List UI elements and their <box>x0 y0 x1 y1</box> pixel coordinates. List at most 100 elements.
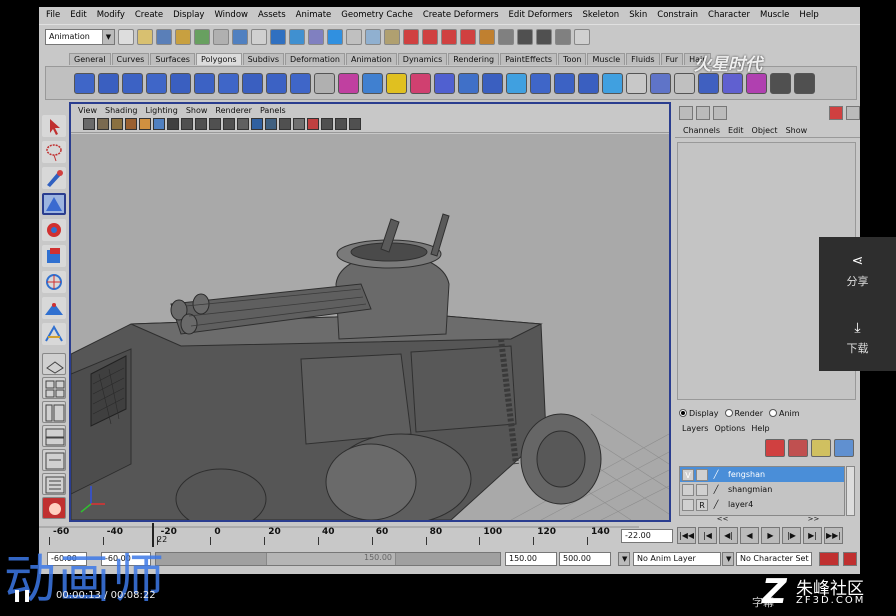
ipr-render-icon[interactable] <box>555 28 571 45</box>
panel-menu-renderer[interactable]: Renderer <box>211 106 256 115</box>
rotate-tool-icon[interactable] <box>42 219 66 241</box>
shelf-tab-painteffects[interactable]: PaintEffects <box>500 53 558 65</box>
select-rendering-icon[interactable] <box>346 28 362 45</box>
play-forwards-icon[interactable]: ▶ <box>761 527 780 544</box>
use-all-lights-icon[interactable] <box>293 118 305 130</box>
channel-box-toggle-icon[interactable] <box>679 106 693 120</box>
channel-menu-show[interactable]: Show <box>782 126 812 135</box>
panel-menu-panels[interactable]: Panels <box>256 106 290 115</box>
two-d-pan-icon[interactable] <box>139 118 151 130</box>
menu-display[interactable]: Display <box>168 10 209 20</box>
extrude-icon[interactable] <box>506 72 527 94</box>
select-object-icon[interactable] <box>194 28 210 45</box>
step-forward-arrow-icon[interactable]: >> <box>808 515 820 525</box>
auto-key-icon[interactable] <box>819 552 839 566</box>
camera-attributes-icon[interactable] <box>97 118 109 130</box>
shelf-tab-deformation[interactable]: Deformation <box>285 53 345 65</box>
shelf-tab-animation[interactable]: Animation <box>345 53 397 65</box>
menu-modify[interactable]: Modify <box>92 10 130 20</box>
download-button[interactable]: ⤓ 下载 <box>819 304 896 371</box>
current-time-indicator[interactable] <box>152 523 154 547</box>
layer-color-swatch[interactable]: ╱ <box>710 484 722 496</box>
render-settings-icon[interactable] <box>574 28 590 45</box>
split-polygon-icon[interactable] <box>602 72 623 94</box>
shelf-tab-muscle[interactable]: Muscle <box>587 53 626 65</box>
open-scene-icon[interactable] <box>137 28 153 45</box>
persp-graph-layout-icon[interactable] <box>42 425 66 447</box>
channel-box-close-icon[interactable] <box>846 106 860 120</box>
radio-button[interactable] <box>724 409 733 417</box>
tool-settings-toggle-icon[interactable] <box>713 106 727 120</box>
layer-color-swatch[interactable]: ╱ <box>710 499 722 511</box>
select-dynamic-icon[interactable] <box>327 28 343 45</box>
field-chart-icon[interactable] <box>209 118 221 130</box>
channel-menu-edit[interactable]: Edit <box>724 126 748 135</box>
perspective-panel[interactable]: View Shading Lighting Show Renderer Panels <box>69 102 671 522</box>
shelf-tab-general[interactable]: General <box>69 53 111 65</box>
layer-list-scrollbar[interactable] <box>846 466 855 516</box>
layer-row[interactable]: V ╱ fengshan <box>680 467 844 482</box>
history-icon[interactable] <box>498 28 514 45</box>
layer-visibility-toggle[interactable] <box>682 498 694 511</box>
combine-icon[interactable] <box>338 72 359 94</box>
menu-file[interactable]: File <box>41 10 65 20</box>
layer-playback-toggle[interactable]: R <box>696 498 708 511</box>
panel-menu-lighting[interactable]: Lighting <box>141 106 181 115</box>
offset-edge-loop-icon[interactable] <box>650 72 671 94</box>
step-back-arrow-icon[interactable]: << <box>717 515 729 525</box>
poly-helix-icon[interactable] <box>290 72 311 94</box>
layer-visibility-toggle[interactable]: V <box>682 468 694 481</box>
snap-view-plane-icon[interactable] <box>460 28 476 45</box>
menu-character[interactable]: Character <box>703 10 755 20</box>
poly-prism-icon[interactable] <box>218 72 239 94</box>
menu-animate[interactable]: Animate <box>291 10 337 20</box>
select-joint-icon[interactable] <box>251 28 267 45</box>
select-handle-icon[interactable] <box>232 28 248 45</box>
radio-button[interactable] <box>679 409 687 417</box>
soft-modification-icon[interactable] <box>42 297 66 319</box>
menu-skeleton[interactable]: Skeleton <box>577 10 624 20</box>
radio-button[interactable] <box>768 409 777 417</box>
select-deformation-icon[interactable] <box>308 28 324 45</box>
show-manipulator-icon[interactable] <box>42 323 66 345</box>
shelf-tab-dynamics[interactable]: Dynamics <box>397 53 448 65</box>
poly-pyramid-icon[interactable] <box>242 72 263 94</box>
move-layer-down-icon[interactable] <box>834 439 854 457</box>
render-layout-icon[interactable] <box>42 497 66 519</box>
shelf-tab-fur[interactable]: Fur <box>660 53 684 65</box>
select-component-icon[interactable] <box>213 28 229 45</box>
menu-window[interactable]: Window <box>209 10 253 20</box>
menu-edit[interactable]: Edit <box>65 10 91 20</box>
snap-curve-icon[interactable] <box>422 28 438 45</box>
gate-mask-icon[interactable] <box>195 118 207 130</box>
move-tool-icon[interactable] <box>42 193 66 215</box>
create-layer-from-selected-icon[interactable] <box>788 439 808 457</box>
layer-playback-toggle[interactable] <box>696 483 708 496</box>
separate-icon[interactable] <box>362 72 383 94</box>
move-layer-up-icon[interactable] <box>811 439 831 457</box>
channel-menu-object[interactable]: Object <box>748 126 782 135</box>
boolean-intersection-icon[interactable] <box>458 72 479 94</box>
step-forward-frame-icon[interactable]: ▶| <box>803 527 822 544</box>
snap-grid-icon[interactable] <box>403 28 419 45</box>
fill-hole-icon[interactable] <box>578 72 599 94</box>
xray-icon[interactable] <box>335 118 347 130</box>
select-camera-icon[interactable] <box>83 118 95 130</box>
resolution-gate-icon[interactable] <box>181 118 193 130</box>
create-empty-layer-icon[interactable] <box>765 439 785 457</box>
viewport-3d[interactable] <box>71 134 669 520</box>
range-bar[interactable]: 150.00 <box>155 552 501 566</box>
panel-menu-view[interactable]: View <box>74 106 101 115</box>
layer-mode-display[interactable]: Display <box>679 409 719 418</box>
channel-menu-channels[interactable]: Channels <box>679 126 724 135</box>
step-forward-key-icon[interactable]: |▶ <box>782 527 801 544</box>
layer-mode-render[interactable]: Render <box>724 409 763 418</box>
layer-row[interactable]: R ╱ layer4 <box>680 497 844 512</box>
play-backwards-icon[interactable]: ◀ <box>740 527 759 544</box>
attribute-editor-toggle-icon[interactable] <box>696 106 710 120</box>
persp-outliner-layout-icon[interactable] <box>42 401 66 423</box>
layer-playback-toggle[interactable] <box>696 468 708 481</box>
go-to-end-icon[interactable]: ▶▶| <box>824 527 843 544</box>
layer-visibility-toggle[interactable] <box>682 483 694 496</box>
menu-skin[interactable]: Skin <box>624 10 652 20</box>
